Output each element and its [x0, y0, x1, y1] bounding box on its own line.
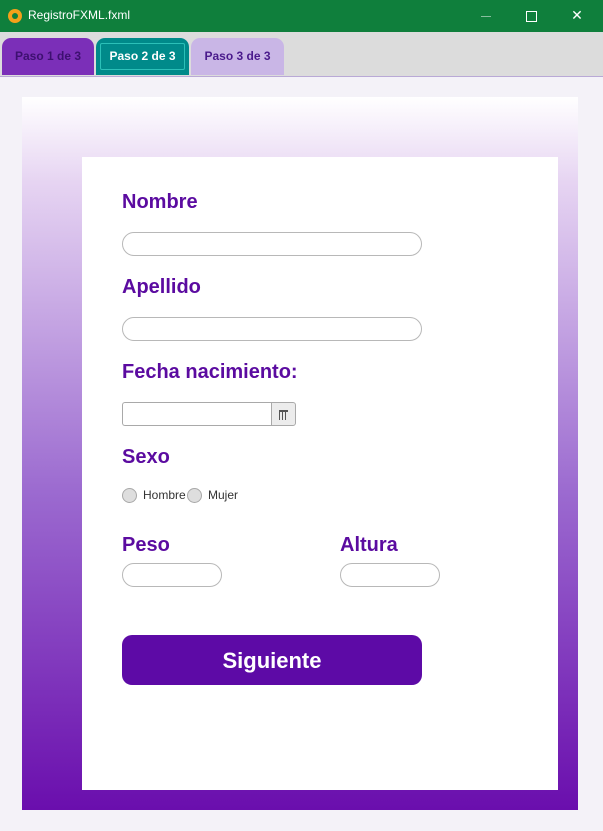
window-title: RegistroFXML.fxml	[28, 8, 131, 22]
apellido-label: Apellido	[122, 276, 201, 298]
close-button[interactable]: ✕	[554, 0, 600, 32]
sexo-label: Sexo	[122, 446, 170, 468]
gradient-background: Nombre Apellido Fecha nacimiento: Sexo H…	[22, 97, 578, 810]
minimize-button[interactable]	[463, 0, 509, 32]
altura-input[interactable]	[340, 563, 440, 587]
app-icon	[8, 9, 22, 23]
tab-content: Nombre Apellido Fecha nacimiento: Sexo H…	[2, 77, 601, 829]
apellido-input[interactable]	[122, 317, 422, 341]
radio-mujer[interactable]	[187, 488, 202, 503]
maximize-icon	[525, 10, 537, 22]
radio-mujer-label[interactable]: Mujer	[208, 488, 238, 502]
nombre-input[interactable]	[122, 232, 422, 256]
tab-paso-2[interactable]: Paso 2 de 3	[96, 38, 189, 75]
siguiente-button[interactable]: Siguiente	[122, 635, 422, 685]
maximize-button[interactable]	[508, 0, 554, 32]
minimize-icon	[481, 15, 491, 17]
tab-paso-3[interactable]: Paso 3 de 3	[191, 38, 284, 75]
nombre-label: Nombre	[122, 191, 198, 213]
calendar-icon	[279, 410, 288, 420]
tab-paso-2-label: Paso 2 de 3	[100, 43, 185, 70]
tab-paso-1[interactable]: Paso 1 de 3	[2, 38, 94, 75]
radio-hombre-label[interactable]: Hombre	[143, 488, 186, 502]
fecha-nacimiento-label: Fecha nacimiento:	[122, 361, 298, 383]
close-icon: ✕	[571, 8, 583, 24]
peso-input[interactable]	[122, 563, 222, 587]
date-picker-button[interactable]	[271, 402, 296, 426]
form-card: Nombre Apellido Fecha nacimiento: Sexo H…	[82, 157, 558, 790]
radio-hombre[interactable]	[122, 488, 137, 503]
altura-label: Altura	[340, 534, 398, 556]
window-titlebar: RegistroFXML.fxml ✕	[0, 0, 603, 32]
tab-bar: Paso 1 de 3 Paso 2 de 3 Paso 3 de 3	[0, 32, 603, 77]
peso-label: Peso	[122, 534, 170, 556]
fecha-nacimiento-input[interactable]	[122, 402, 271, 426]
